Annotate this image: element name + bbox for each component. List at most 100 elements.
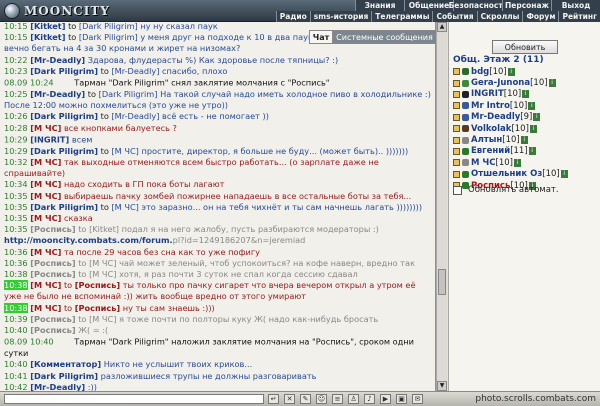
subnav-item[interactable]: Форум xyxy=(522,11,559,22)
private-icon[interactable] xyxy=(453,136,460,144)
info-icon[interactable]: i xyxy=(522,90,530,99)
user-row[interactable]: INGRIT [10] i xyxy=(453,89,599,100)
user-row[interactable]: Отшельник Оз [10] i xyxy=(453,169,599,180)
send-icon[interactable]: ↵ xyxy=(268,394,279,404)
sender-name[interactable]: [Роспись] xyxy=(30,258,75,268)
user-name[interactable]: bdg xyxy=(471,67,489,77)
private-icon[interactable] xyxy=(453,170,460,178)
private-icon[interactable] xyxy=(453,90,460,98)
info-icon[interactable]: i xyxy=(520,136,528,145)
nav-item[interactable]: Общение xyxy=(404,0,453,11)
user-row[interactable]: Алтын [10] i xyxy=(453,134,599,145)
tab-chat[interactable]: Чат xyxy=(309,30,333,44)
sender-name[interactable]: [Dark Piligrim] xyxy=(30,66,98,76)
sender-name[interactable]: [INGRIT] xyxy=(30,134,69,144)
sender-name[interactable]: [Роспись] xyxy=(30,314,75,324)
sender-name[interactable]: [М ЧС] xyxy=(30,303,61,313)
recipient-name[interactable]: [Dark Piligrim] xyxy=(99,89,158,99)
menu-icon[interactable]: ▣ xyxy=(396,394,407,404)
sender-name[interactable]: [Комментатор] xyxy=(30,359,101,369)
logo[interactable]: MOONCITY xyxy=(4,2,110,20)
recipient-name[interactable]: [Роспись] xyxy=(75,280,120,290)
sender-name[interactable]: [М ЧС] xyxy=(30,179,61,189)
user-row[interactable]: Mr Intro [10] i xyxy=(453,100,599,111)
scroll-thumb[interactable] xyxy=(438,269,446,295)
clear-icon[interactable]: ✕ xyxy=(284,394,295,404)
sender-name[interactable]: [М ЧС] xyxy=(30,191,61,201)
subnav-item[interactable]: Радио xyxy=(275,11,310,22)
user-row[interactable]: Евгений [11] i xyxy=(453,146,599,157)
sender-name[interactable]: [Dark Piligrim] xyxy=(30,111,98,121)
subnav-item[interactable]: Телеграммы xyxy=(371,11,433,22)
nav-item[interactable]: Персонаж xyxy=(502,0,551,11)
private-icon[interactable] xyxy=(453,147,460,155)
private-icon[interactable] xyxy=(453,79,460,87)
recipient-name[interactable]: [Kitket] xyxy=(89,224,119,234)
user-name[interactable]: Gera-Junona xyxy=(471,78,530,88)
user-row[interactable]: М ЧС [10] i xyxy=(453,157,599,168)
user-name[interactable]: INGRIT xyxy=(471,89,504,99)
sender-name[interactable]: [Kitket] xyxy=(30,32,65,42)
subnav-item[interactable]: Рейтинг xyxy=(558,11,600,22)
recipient-name[interactable]: [М ЧС] xyxy=(89,258,116,268)
refresh-button[interactable]: Обновить xyxy=(492,40,558,54)
sender-name[interactable]: [М ЧС] xyxy=(30,247,61,257)
sender-name[interactable]: [Роспись] xyxy=(30,269,75,279)
recipient-name[interactable]: [Mr-Deadly] xyxy=(111,66,159,76)
user-row[interactable]: bdg [10] i xyxy=(453,66,599,77)
info-icon[interactable]: i xyxy=(548,79,556,88)
info-icon[interactable]: i xyxy=(507,67,515,76)
info-icon[interactable]: i xyxy=(513,158,521,167)
mail-icon[interactable]: ✉ xyxy=(412,394,423,404)
recipient-name[interactable]: [Роспись] xyxy=(75,303,120,313)
info-icon[interactable]: i xyxy=(528,101,536,110)
smile-icon[interactable]: ☺ xyxy=(316,394,327,404)
user-name[interactable]: Mr Intro xyxy=(471,101,510,111)
chat-scrollbar[interactable]: ▲ ▼ xyxy=(436,22,447,391)
recipient-name[interactable]: [М ЧС] xyxy=(111,146,138,156)
scroll-down-icon[interactable]: ▼ xyxy=(437,381,447,391)
person-icon[interactable]: ♙ xyxy=(348,394,359,404)
user-row[interactable]: Volkolak [10] i xyxy=(453,123,599,134)
recipient-name[interactable]: [Mr-Deadly] xyxy=(111,111,159,121)
chat-link[interactable]: http://mooncity.combats.com/forum. xyxy=(4,235,173,245)
subnav-item[interactable]: Скроллы xyxy=(476,11,523,22)
recipient-name[interactable]: [Dark Piligrim] xyxy=(79,32,138,42)
edit-icon[interactable]: ✎ xyxy=(300,394,311,404)
sender-name[interactable]: [Dark Piligrim] xyxy=(30,202,98,212)
sender-name[interactable]: [Роспись] xyxy=(30,224,75,234)
user-row[interactable]: Mr-Deadly [9] i xyxy=(453,112,599,123)
auto-refresh[interactable]: Обновлять автомат. xyxy=(453,185,559,195)
user-name[interactable]: М ЧС xyxy=(471,158,496,168)
speaker-icon[interactable]: ♪ xyxy=(364,394,375,404)
user-name[interactable]: Отшельник Оз xyxy=(471,169,542,179)
nav-item[interactable]: Знания xyxy=(355,0,404,11)
sender-name[interactable]: [М ЧС] xyxy=(30,280,61,290)
subnav-item[interactable]: sms-история xyxy=(309,11,372,22)
private-icon[interactable] xyxy=(453,125,460,133)
private-icon[interactable] xyxy=(453,102,460,110)
recipient-name[interactable]: [М ЧС] xyxy=(89,269,116,279)
info-icon[interactable]: i xyxy=(560,170,568,179)
filter-icon[interactable]: ≡ xyxy=(332,394,343,404)
subnav-item[interactable]: События xyxy=(432,11,477,22)
sender-name[interactable]: [Mr-Deadly] xyxy=(30,89,85,99)
message-input[interactable] xyxy=(4,394,264,404)
auto-refresh-checkbox[interactable] xyxy=(453,185,462,195)
nav-item[interactable]: Выход xyxy=(551,0,600,11)
sender-name[interactable]: [Dark Piligrim] xyxy=(30,371,98,381)
sender-name[interactable]: [М ЧС] xyxy=(30,157,61,167)
user-name[interactable]: Mr-Deadly xyxy=(471,112,520,122)
user-name[interactable]: Евгений xyxy=(471,146,510,156)
private-icon[interactable] xyxy=(453,159,460,167)
play-icon[interactable]: ▶ xyxy=(380,394,391,404)
private-icon[interactable] xyxy=(453,68,460,76)
sender-name[interactable]: [Mr-Deadly] xyxy=(30,55,85,65)
nav-item[interactable]: Безопасность xyxy=(449,0,507,11)
sender-name[interactable]: [Kitket] xyxy=(30,22,65,31)
sender-name[interactable]: [М ЧС] xyxy=(30,213,61,223)
location-title[interactable]: Общ. Этаж 2 (11) xyxy=(453,55,544,65)
info-icon[interactable]: i xyxy=(529,124,537,133)
sender-name[interactable]: [Dark Piligrim] xyxy=(30,146,98,156)
sender-name[interactable]: [Роспись] xyxy=(30,325,75,335)
